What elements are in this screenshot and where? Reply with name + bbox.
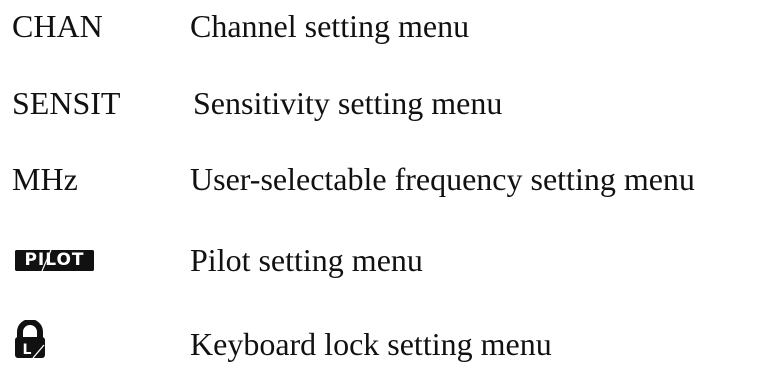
keyboard-lock-icon: L — [11, 320, 49, 360]
legend-term-mhz: MHz — [12, 161, 78, 197]
legend-desc-lock: Keyboard lock setting menu — [190, 326, 552, 362]
legend-row-sensit: SENSIT Sensitivity setting menu — [0, 83, 782, 133]
legend-desc-pilot: Pilot setting menu — [190, 242, 423, 278]
legend-row-chan: CHAN Channel setting menu — [0, 6, 782, 56]
legend-desc-sensit: Sensitivity setting menu — [193, 85, 503, 121]
legend-desc-chan: Channel setting menu — [190, 8, 470, 44]
pilot-badge-icon: PILOT — [15, 250, 94, 271]
pilot-badge-label: PILOT — [24, 250, 85, 270]
legend-term-sensit: SENSIT — [12, 85, 121, 121]
legend-desc-mhz: User-selectable frequency setting menu — [190, 161, 695, 197]
legend-term-chan: CHAN — [12, 8, 103, 44]
legend-row-lock: L Keyboard lock setting menu — [0, 320, 782, 370]
legend-row-mhz: MHz User-selectable frequency setting me… — [0, 159, 782, 209]
lock-icon-letter: L — [23, 342, 32, 358]
menu-legend: CHAN Channel setting menu SENSIT Sensiti… — [0, 0, 782, 365]
legend-row-pilot: PILOT Pilot setting menu — [0, 240, 782, 290]
